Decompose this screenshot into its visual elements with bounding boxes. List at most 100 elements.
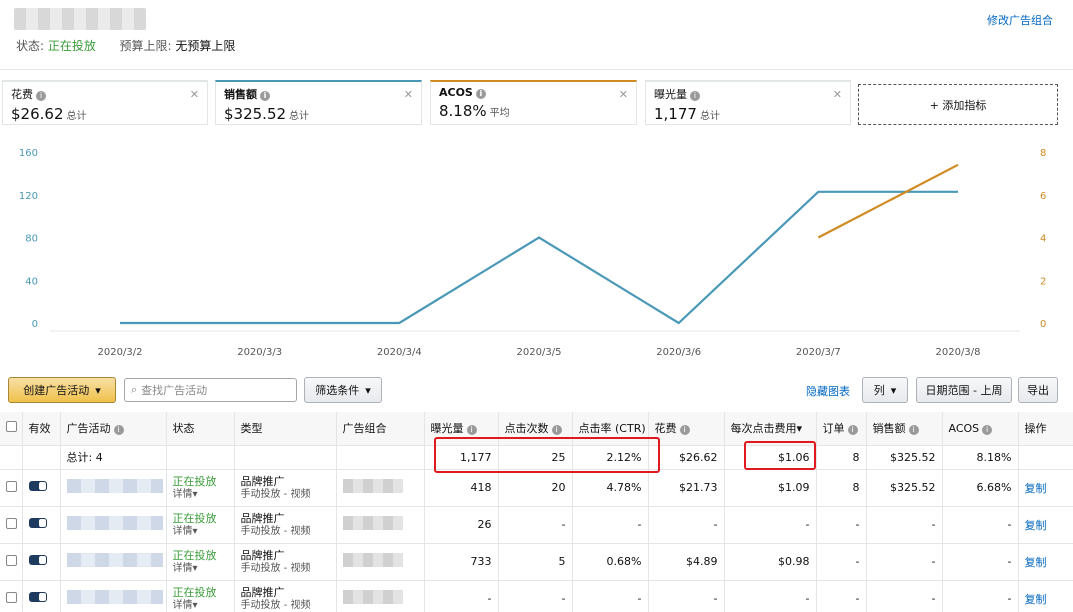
chevron-down-icon: ▾ bbox=[192, 525, 198, 537]
col-campaign[interactable]: 广告活动 i bbox=[60, 412, 167, 446]
create-campaign-button[interactable]: 创建广告活动 ▾ bbox=[8, 377, 116, 403]
x-axis-tick: 2020/3/2 bbox=[98, 347, 143, 358]
copy-link[interactable]: 复制 bbox=[1025, 593, 1047, 606]
details-toggle[interactable]: 详情▾ bbox=[173, 562, 228, 575]
active-toggle[interactable] bbox=[28, 592, 47, 602]
copy-link[interactable]: 复制 bbox=[1025, 556, 1047, 569]
metric-card-spend[interactable]: 花费 i ✕ $26.62 总计 bbox=[2, 80, 208, 125]
date-range-button[interactable]: 日期范围 - 上周 bbox=[916, 377, 1012, 403]
row-cpc: - bbox=[724, 506, 817, 544]
col-type[interactable]: 类型 bbox=[234, 412, 337, 446]
metric-card-impressions[interactable]: 曝光量 i ✕ 1,177 总计 bbox=[645, 80, 851, 125]
table-row[interactable]: 正在投放 详情▾ 品牌推广 手动投放 - 视频 26- - - - - - - 复制 bbox=[0, 506, 1073, 544]
row-checkbox[interactable] bbox=[6, 517, 17, 529]
metric-card-acos[interactable]: ACOS i ✕ 8.18% 平均 bbox=[430, 80, 637, 125]
copy-link[interactable]: 复制 bbox=[1025, 482, 1047, 495]
total-acos: 8.18% bbox=[942, 445, 1019, 470]
close-icon[interactable]: ✕ bbox=[190, 88, 199, 101]
info-icon[interactable]: i bbox=[36, 91, 46, 101]
row-checkbox[interactable] bbox=[6, 554, 17, 566]
highlight-box bbox=[434, 437, 660, 473]
hide-chart-link[interactable]: 隐藏图表 bbox=[806, 383, 850, 399]
chevron-down-icon: ▾ bbox=[95, 383, 101, 397]
info-icon[interactable]: i bbox=[260, 91, 270, 101]
metric-card-sales[interactable]: 销售额 i ✕ $325.52 总计 bbox=[215, 80, 422, 125]
details-toggle[interactable]: 详情▾ bbox=[173, 525, 228, 538]
copy-link[interactable]: 复制 bbox=[1025, 519, 1047, 532]
targeting-type: 手动投放 - 视频 bbox=[240, 562, 311, 574]
row-impressions: 26 bbox=[424, 506, 499, 544]
info-icon[interactable]: i bbox=[690, 91, 700, 101]
info-icon: i bbox=[113, 425, 124, 436]
row-impressions: 733 bbox=[424, 543, 499, 581]
table-row[interactable]: 正在投放 详情▾ 品牌推广 手动投放 - 视频 418 20 4.78% $21.73 $1.0… bbox=[0, 469, 1073, 507]
col-acos[interactable]: ACOS i bbox=[942, 412, 1019, 446]
left-axis-tick: 160 bbox=[19, 148, 38, 159]
row-ctr: - bbox=[572, 506, 649, 544]
row-acos: 6.68% bbox=[942, 469, 1019, 507]
info-icon[interactable]: i bbox=[475, 89, 486, 99]
row-spend: $21.73 bbox=[648, 469, 725, 507]
active-toggle[interactable] bbox=[28, 555, 47, 565]
export-button[interactable]: 导出 bbox=[1018, 377, 1058, 403]
info-icon: i bbox=[679, 425, 690, 436]
chevron-down-icon: ▾ bbox=[192, 599, 198, 611]
campaign-name-blurred[interactable] bbox=[66, 479, 163, 493]
add-metric-button[interactable]: + 添加指标 bbox=[858, 84, 1058, 125]
close-icon[interactable]: ✕ bbox=[404, 88, 413, 101]
left-axis-tick: 0 bbox=[32, 319, 38, 330]
row-ctr: 4.78% bbox=[572, 469, 649, 507]
campaign-name-blurred[interactable] bbox=[66, 553, 163, 567]
active-toggle[interactable] bbox=[28, 481, 47, 491]
campaign-type: 品牌推广 bbox=[240, 511, 285, 525]
total-sales: $325.52 bbox=[866, 445, 943, 470]
left-axis-tick: 120 bbox=[19, 191, 38, 202]
columns-button[interactable]: 列 ▾ bbox=[862, 377, 908, 403]
row-orders: - bbox=[816, 580, 867, 612]
status-text: 正在投放 bbox=[172, 548, 217, 562]
col-status[interactable]: 状态 bbox=[166, 412, 235, 446]
col-orders[interactable]: 订单 i bbox=[816, 412, 867, 446]
portfolio-name-blurred bbox=[14, 8, 146, 30]
row-checkbox[interactable] bbox=[6, 591, 17, 603]
active-toggle[interactable] bbox=[28, 518, 47, 528]
campaign-name-blurred[interactable] bbox=[66, 516, 163, 530]
x-axis-tick: 2020/3/5 bbox=[517, 347, 562, 358]
filter-button[interactable]: 筛选条件 ▾ bbox=[304, 377, 382, 403]
row-sales: - bbox=[866, 543, 943, 581]
row-acos: - bbox=[942, 543, 1019, 581]
chevron-down-icon: ▾ bbox=[192, 488, 198, 500]
edit-portfolio-link[interactable]: 修改广告组合 bbox=[987, 12, 1053, 28]
sort-down-icon: ▾ bbox=[796, 422, 803, 436]
col-active: 有效 bbox=[22, 412, 61, 446]
col-sales[interactable]: 销售额 i bbox=[866, 412, 943, 446]
row-impressions: - bbox=[424, 580, 499, 612]
row-cpc: $0.98 bbox=[724, 543, 817, 581]
status-line: 状态: 正在投放 预算上限: 无预算上限 bbox=[16, 39, 236, 53]
close-icon[interactable]: ✕ bbox=[619, 88, 628, 101]
select-all-checkbox[interactable] bbox=[6, 421, 17, 433]
row-orders: - bbox=[816, 543, 867, 581]
campaign-type: 品牌推广 bbox=[240, 474, 285, 488]
info-icon: i bbox=[551, 425, 562, 436]
chevron-down-icon: ▾ bbox=[890, 383, 897, 397]
x-axis-tick: 2020/3/6 bbox=[656, 347, 701, 358]
details-toggle[interactable]: 详情▾ bbox=[173, 488, 228, 501]
col-portfolio[interactable]: 广告组合 bbox=[336, 412, 425, 446]
total-label: 总计: 4 bbox=[60, 445, 167, 470]
row-clicks: - bbox=[498, 506, 573, 544]
details-toggle[interactable]: 详情▾ bbox=[173, 599, 228, 612]
total-orders: 8 bbox=[816, 445, 867, 470]
row-cpc: $1.09 bbox=[724, 469, 817, 507]
row-acos: - bbox=[942, 506, 1019, 544]
search-input[interactable]: ⌕ 查找广告活动 bbox=[124, 378, 297, 402]
table-row[interactable]: 正在投放 详情▾ 品牌推广 手动投放 - 视频 733 5 0.68% $4.89 $0.98-… bbox=[0, 543, 1073, 581]
table-row[interactable]: 正在投放 详情▾ 品牌推广 手动投放 - 视频 - - - - - - - - 复制 bbox=[0, 580, 1073, 612]
close-icon[interactable]: ✕ bbox=[833, 88, 842, 101]
status-text: 正在投放 bbox=[172, 511, 217, 525]
right-axis-tick: 4 bbox=[1040, 234, 1046, 245]
row-spend: $4.89 bbox=[648, 543, 725, 581]
campaign-name-blurred[interactable] bbox=[66, 590, 163, 604]
x-axis-tick: 2020/3/3 bbox=[237, 347, 282, 358]
row-checkbox[interactable] bbox=[6, 480, 17, 492]
